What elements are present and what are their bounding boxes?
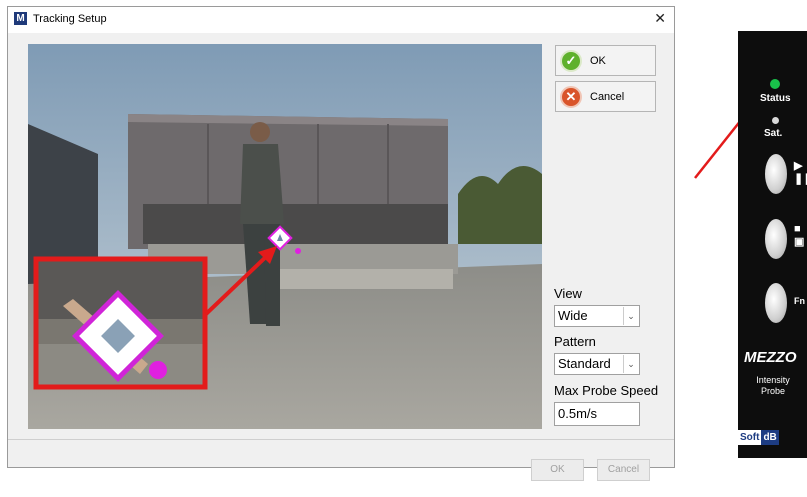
pointer-arrow: [694, 92, 763, 179]
status-led: [770, 79, 780, 89]
probe-label: Probe: [760, 386, 786, 396]
mezzo-device-panel: Status Sat. ▶❚❚ ■▣ Fn MEZZO Intensity Pr…: [738, 31, 807, 458]
fn-label: Fn: [794, 296, 805, 306]
softdb-logo: Soft dB: [738, 430, 779, 445]
function-button[interactable]: [765, 283, 787, 323]
softdb-logo-soft: Soft: [738, 430, 762, 445]
sat-led: [772, 117, 779, 124]
status-label: Status: [760, 93, 791, 104]
play-pause-button[interactable]: [765, 154, 787, 194]
sat-label: Sat.: [764, 128, 783, 139]
intensity-label: Intensity: [756, 375, 790, 385]
softdb-logo-db: dB: [761, 430, 779, 445]
mezzo-brand: MEZZO: [744, 349, 797, 366]
stop-save-button[interactable]: [765, 219, 787, 259]
stop-save-icon: ■ ▣: [794, 223, 805, 248]
play-pause-icon: ▶❚❚: [794, 160, 807, 185]
